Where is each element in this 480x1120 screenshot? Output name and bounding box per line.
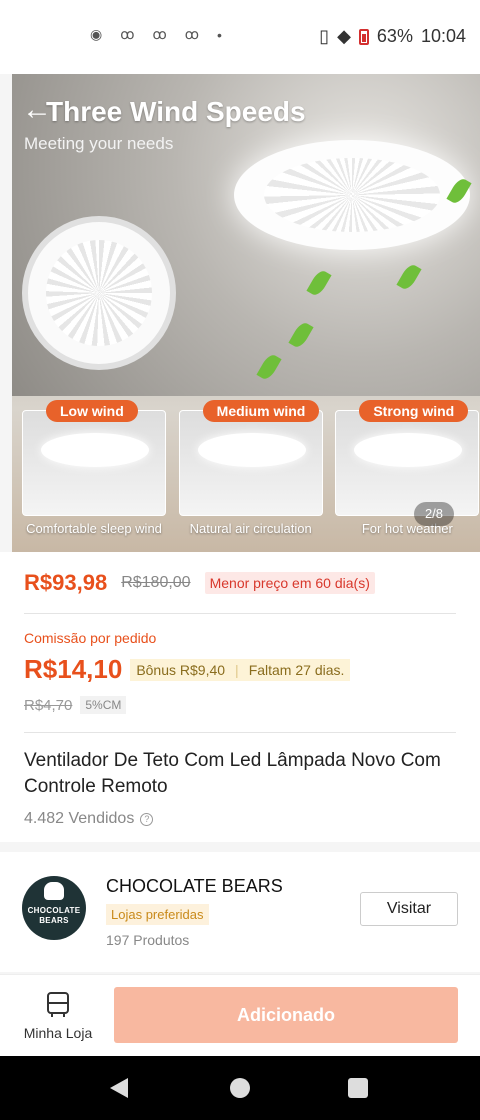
more-notifications-icon: • bbox=[217, 26, 222, 43]
app-notification-icon: ꝏ bbox=[152, 26, 167, 42]
commission-rate-badge: 5%CM bbox=[80, 696, 127, 714]
product-image-carousel[interactable]: Three Wind Speeds Meeting your needs ← L… bbox=[12, 74, 480, 552]
divider bbox=[24, 613, 456, 614]
fan-product-image bbox=[22, 216, 176, 370]
bottom-action-bar: Minha Loja Adicionado bbox=[0, 974, 480, 1056]
commission-old-row: R$4,70 5%CM bbox=[24, 696, 127, 714]
nav-home-icon[interactable] bbox=[230, 1078, 250, 1098]
product-page: ◉ ꝏ ꝏ ꝏ • ▯ ◆ 63% 10:04 Three Wind Speed… bbox=[0, 0, 480, 1120]
system-navigation-bar bbox=[0, 1056, 480, 1120]
store-icon bbox=[47, 992, 69, 1017]
wind-mode-caption: For hot weather bbox=[361, 521, 453, 536]
old-commission: R$4,70 bbox=[24, 696, 73, 714]
shop-name[interactable]: CHOCOLATE BEARS bbox=[106, 876, 283, 897]
app-notification-icon: ꝏ bbox=[184, 26, 200, 42]
battery-percent: 63% bbox=[376, 26, 413, 46]
current-price: R$93,98 bbox=[24, 570, 108, 595]
commission-value: R$14,10 bbox=[24, 654, 123, 684]
wifi-icon: ◆ bbox=[337, 26, 351, 46]
hero-title: Three Wind Speeds bbox=[46, 96, 306, 127]
preferred-shop-badge: Lojas preferidas bbox=[106, 904, 209, 925]
commission-bonus-badge: Bônus R$9,40 | Faltam 27 dias. bbox=[130, 658, 351, 681]
bear-icon bbox=[44, 882, 64, 900]
wind-mode-card: Medium wind Natural air circulation bbox=[178, 396, 324, 552]
lowest-price-tag: Menor preço em 60 dia(s) bbox=[204, 572, 375, 594]
divider bbox=[24, 732, 456, 733]
price-section: R$93,98 R$180,00 Menor preço em 60 dia(s… bbox=[0, 552, 480, 842]
original-price: R$180,00 bbox=[121, 574, 191, 591]
notification-icons: ◉ ꝏ ꝏ ꝏ • bbox=[90, 26, 222, 43]
hero-subtitle: Meeting your needs bbox=[24, 134, 174, 153]
wind-mode-card: Low wind Comfortable sleep wind bbox=[22, 396, 167, 552]
status-bar: ◉ ꝏ ꝏ ꝏ • ▯ ◆ 63% 10:04 bbox=[0, 0, 480, 74]
wind-mode-label: Low wind bbox=[46, 400, 138, 422]
record-icon: ◉ bbox=[90, 26, 103, 42]
battery-icon bbox=[358, 28, 369, 45]
shop-product-count: 197 Produtos bbox=[106, 932, 190, 948]
visit-shop-button[interactable]: Visitar bbox=[360, 892, 458, 926]
price-row: R$93,98 R$180,00 Menor preço em 60 dia(s… bbox=[24, 570, 375, 596]
bonus-amount: Bônus R$9,40 bbox=[136, 661, 226, 678]
nav-back-icon[interactable] bbox=[110, 1078, 128, 1098]
wind-mode-label: Strong wind bbox=[359, 400, 469, 422]
back-arrow-icon[interactable]: ← bbox=[22, 92, 58, 128]
wind-mode-caption: Comfortable sleep wind bbox=[26, 521, 162, 536]
shop-section: CHOCOLATE BEARS CHOCOLATE BEARS Lojas pr… bbox=[0, 852, 480, 972]
sold-count: 4.482 Vendidos bbox=[24, 810, 135, 827]
commission-label: Comissão por pedido bbox=[24, 630, 157, 646]
wind-mode-label: Medium wind bbox=[202, 400, 320, 422]
wind-modes: Low wind Comfortable sleep wind Medium w… bbox=[12, 396, 480, 552]
commission-row: R$14,10 Bônus R$9,40 | Faltam 27 dias. bbox=[24, 654, 351, 685]
clock: 10:04 bbox=[420, 26, 466, 46]
wind-mode-image bbox=[335, 410, 480, 516]
wind-mode-image bbox=[178, 410, 323, 516]
my-store-label: Minha Loja bbox=[23, 1025, 93, 1041]
product-title: Ventilador De Teto Com Led Lâmpada Novo … bbox=[24, 750, 441, 797]
days-remaining: Faltam 27 dias. bbox=[248, 661, 345, 678]
info-icon[interactable]: ? bbox=[140, 812, 154, 826]
app-notification-icon: ꝏ bbox=[120, 26, 135, 42]
image-counter: 2/8 bbox=[414, 502, 454, 526]
ceiling-fan-image bbox=[234, 140, 470, 250]
wind-mode-caption: Natural air circulation bbox=[189, 521, 312, 536]
system-icons: ▯ ◆ 63% 10:04 bbox=[319, 26, 466, 47]
wind-mode-image bbox=[22, 410, 166, 516]
added-button[interactable]: Adicionado bbox=[114, 987, 458, 1043]
sold-count-row: 4.482 Vendidos ? bbox=[24, 810, 154, 828]
vibrate-icon: ▯ bbox=[319, 26, 330, 46]
my-store-button[interactable]: Minha Loja bbox=[18, 991, 98, 1043]
nav-recents-icon[interactable] bbox=[348, 1078, 368, 1098]
shop-logo[interactable]: CHOCOLATE BEARS bbox=[22, 876, 86, 940]
shop-logo-text: CHOCOLATE BEARS bbox=[27, 906, 81, 925]
wind-mode-card: Strong wind For hot weather bbox=[335, 396, 480, 552]
badge-separator: | bbox=[235, 661, 239, 678]
